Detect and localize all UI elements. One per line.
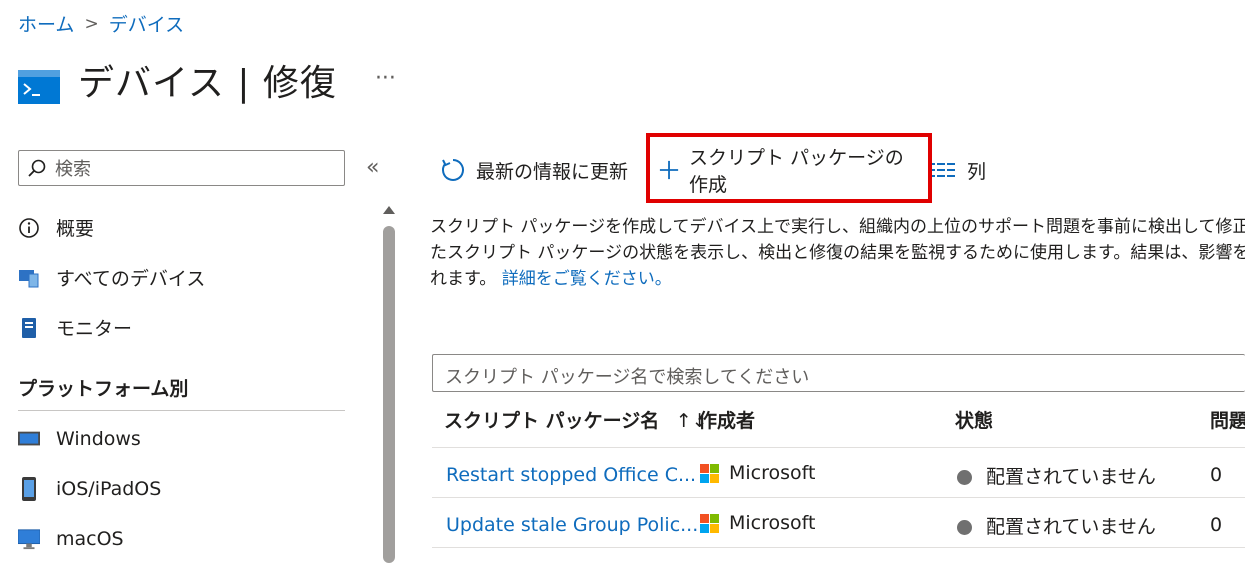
monitor-icon [18, 317, 40, 339]
devices-icon [18, 267, 40, 289]
more-actions-button[interactable]: ··· [375, 66, 396, 91]
learn-more-link[interactable]: 詳細をご覧ください。 [502, 269, 672, 289]
script-package-search-input[interactable]: スクリプト パッケージ名で検索してください [432, 354, 1245, 392]
sidebar-item-label: iOS/iPadOS [56, 478, 162, 500]
description-line: たスクリプト パッケージの状態を表示し、検出と修復の結果を監視するために使用しま… [430, 243, 1245, 263]
macos-device-icon [18, 528, 40, 550]
microsoft-logo-icon [700, 514, 719, 533]
description-line: スクリプト パッケージを作成してデバイス上で実行し、組織内の上位のサポート問題を… [430, 217, 1245, 237]
author-label: Microsoft [729, 512, 816, 534]
status-dot-icon [957, 470, 972, 485]
sidebar-item-label: 概要 [56, 218, 95, 240]
table-header-divider [432, 447, 1245, 448]
description-line: れます。 詳細をご覧ください。 [430, 266, 1245, 292]
info-icon [18, 217, 40, 239]
refresh-label: 最新の情報に更新 [476, 160, 629, 183]
status-dot-icon [957, 520, 972, 535]
sidebar-item-ios[interactable]: iOS/iPadOS [18, 477, 162, 501]
table-row-author: Microsoft [700, 512, 815, 534]
column-header-name-label: スクリプト パッケージ名 [444, 410, 660, 432]
table-row-name-link[interactable]: Restart stopped Office C... [446, 464, 696, 486]
page-description: スクリプト パッケージを作成してデバイス上で実行し、組織内の上位のサポート問題を… [430, 214, 1245, 292]
refresh-icon [442, 159, 464, 181]
column-header-issues[interactable]: 問題 [1210, 406, 1245, 433]
sidebar-divider [18, 410, 345, 411]
page-title: デバイス | 修復 [78, 63, 337, 104]
table-row-status: 配置されていません [957, 462, 1156, 489]
sidebar-item-label: macOS [56, 528, 124, 550]
search-icon [28, 159, 46, 177]
sidebar-item-overview[interactable]: 概要 [18, 214, 94, 241]
sidebar-item-label: Windows [56, 428, 141, 450]
highlight-box [646, 133, 932, 203]
collapse-sidebar-button[interactable]: « [366, 155, 379, 180]
columns-icon [931, 163, 955, 177]
sidebar-item-windows[interactable]: Windows [18, 428, 141, 450]
table-row-issues: 0 [1210, 514, 1223, 536]
sidebar-item-monitor[interactable]: モニター [18, 314, 132, 341]
page-header: デバイス | 修復 ··· [18, 54, 396, 106]
windows-device-icon [18, 428, 40, 450]
table-row-name-link[interactable]: Update stale Group Polic... [446, 514, 698, 536]
table-row-issues: 0 [1210, 464, 1223, 486]
sidebar-item-all-devices[interactable]: すべてのデバイス [18, 264, 205, 291]
column-header-status[interactable]: 状態 [955, 406, 993, 433]
sidebar-item-label: モニター [56, 318, 133, 340]
table-row-author: Microsoft [700, 462, 815, 484]
table-row-status: 配置されていません [957, 512, 1156, 539]
scroll-up-icon[interactable] [383, 206, 395, 214]
row-divider [432, 547, 1245, 548]
column-header-author[interactable]: 作成者 [698, 406, 755, 433]
row-divider [432, 497, 1245, 498]
status-label: 配置されていません [986, 516, 1156, 538]
columns-label: 列 [967, 160, 987, 183]
refresh-button[interactable]: 最新の情報に更新 [440, 157, 645, 184]
description-text: れます。 [430, 269, 497, 289]
author-label: Microsoft [729, 462, 816, 484]
terminal-icon [18, 70, 60, 104]
breadcrumb-separator: > [84, 13, 99, 34]
section-platform-heading: プラットフォーム別 [18, 378, 189, 400]
status-label: 配置されていません [986, 466, 1156, 488]
columns-button[interactable]: 列 [931, 157, 986, 184]
scrollbar-thumb[interactable] [383, 226, 395, 563]
breadcrumb-devices[interactable]: デバイス [109, 10, 184, 37]
microsoft-logo-icon [700, 464, 719, 483]
sidebar-scrollbar[interactable] [382, 200, 396, 563]
sidebar-item-label: すべてのデバイス [56, 268, 206, 290]
sidebar-search-input[interactable]: 検索 [18, 150, 345, 186]
sidebar-item-macos[interactable]: macOS [18, 528, 124, 550]
column-header-name[interactable]: スクリプト パッケージ名 ↑↓ [444, 406, 708, 433]
breadcrumb: ホーム > デバイス [18, 10, 184, 37]
sidebar-search-placeholder: 検索 [55, 159, 91, 180]
breadcrumb-home[interactable]: ホーム [18, 10, 74, 37]
ios-device-icon [18, 477, 40, 501]
